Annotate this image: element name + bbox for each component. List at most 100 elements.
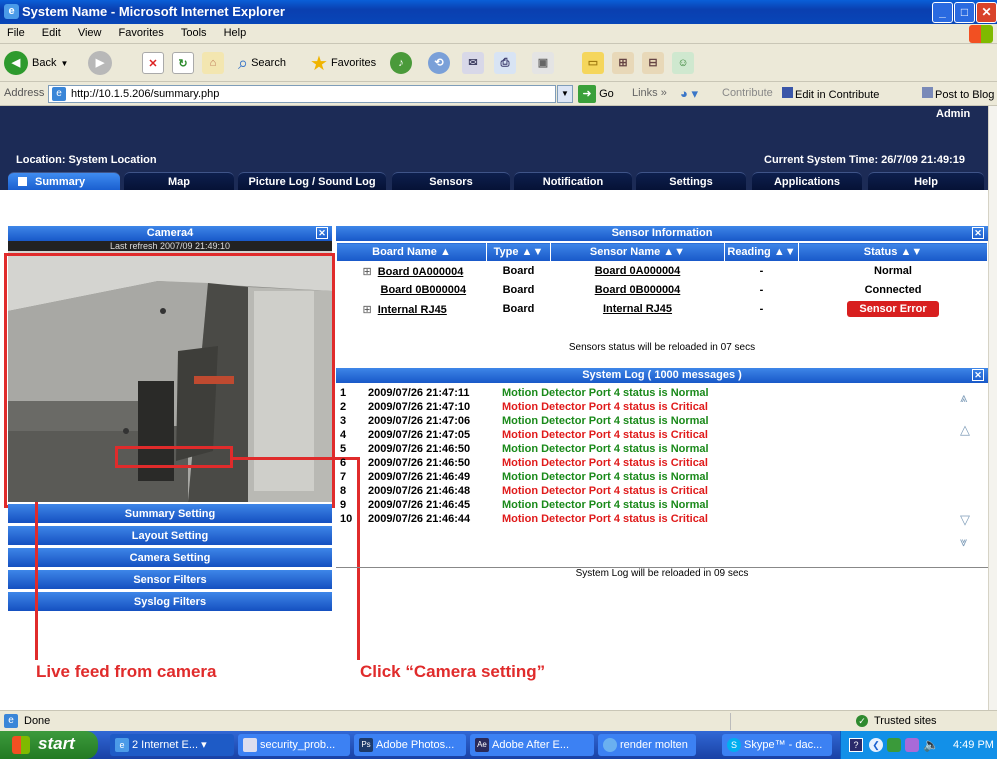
- search-icon: ⌕: [238, 52, 249, 73]
- research-button[interactable]: ⊞: [612, 50, 634, 76]
- menu-favorites[interactable]: Favorites: [112, 24, 171, 42]
- task-render-molten[interactable]: render molten: [598, 734, 696, 756]
- scroll-bottom-icon[interactable]: ⩔: [960, 534, 974, 549]
- folder-button[interactable]: ▭: [582, 50, 604, 76]
- col-status[interactable]: Status ▲▼: [798, 242, 988, 262]
- task-after-effects[interactable]: Ae Adobe After E...: [470, 734, 594, 756]
- user-name[interactable]: Admin: [936, 108, 970, 120]
- maximize-button[interactable]: □: [954, 2, 975, 23]
- media-button[interactable]: ♪: [390, 50, 412, 76]
- links-button[interactable]: Links »: [632, 87, 667, 99]
- app-tray-icon[interactable]: [905, 738, 919, 752]
- network-tray-icon[interactable]: [887, 738, 901, 752]
- edit-in-contribute-button[interactable]: Edit in Contribute: [782, 87, 879, 101]
- expand-icon[interactable]: ⊞: [363, 304, 372, 316]
- search-button[interactable]: ⌕ Search: [238, 50, 286, 76]
- task-label: security_prob...: [260, 739, 336, 751]
- tab-map[interactable]: Map: [124, 172, 234, 190]
- research-icon: ⊞: [612, 52, 634, 74]
- back-dropdown-icon[interactable]: ▼: [60, 59, 68, 68]
- syslog-close-icon[interactable]: ✕: [972, 369, 984, 381]
- menu-edit[interactable]: Edit: [35, 24, 68, 42]
- summary-setting-button[interactable]: Summary Setting: [8, 504, 332, 524]
- location-label: Location: System Location: [16, 154, 157, 166]
- col-type[interactable]: Type ▲▼: [486, 242, 551, 262]
- log-num: 7: [340, 471, 347, 483]
- col-reading[interactable]: Reading ▲▼: [724, 242, 799, 262]
- col-sensor-name[interactable]: Sensor Name ▲▼: [550, 242, 725, 262]
- edit-button[interactable]: ▣: [532, 50, 554, 76]
- task-security-prob[interactable]: security_prob...: [238, 734, 350, 756]
- minimize-button[interactable]: _: [932, 2, 953, 23]
- volume-icon[interactable]: 🔈: [923, 737, 939, 753]
- scroll-up-icon[interactable]: △: [960, 422, 974, 437]
- contribute-icon[interactable]: ◕ ▾: [680, 86, 698, 102]
- forward-button[interactable]: ▶: [88, 50, 112, 76]
- history-button[interactable]: ⟲: [428, 50, 450, 76]
- messenger-button[interactable]: ☺: [672, 50, 694, 76]
- task-label: Adobe After E...: [492, 739, 570, 751]
- favorites-button[interactable]: ★ Favorites: [310, 50, 376, 76]
- tab-picture-log[interactable]: Picture Log / Sound Log: [238, 172, 386, 190]
- sensor-close-icon[interactable]: ✕: [972, 227, 984, 239]
- camera-setting-button[interactable]: Camera Setting: [8, 548, 332, 568]
- page-scrollbar[interactable]: [988, 106, 997, 710]
- history-icon: ⟲: [428, 52, 450, 74]
- contribute-link[interactable]: Contribute: [722, 87, 773, 99]
- tab-summary[interactable]: Summary: [8, 172, 120, 190]
- refresh-button[interactable]: ↻: [172, 50, 194, 76]
- task-skype[interactable]: S Skype™ - dac...: [722, 734, 832, 756]
- camera-setting-highlight-box: [115, 446, 233, 468]
- home-button[interactable]: ⌂: [202, 50, 224, 76]
- tab-settings[interactable]: Settings: [636, 172, 746, 190]
- scroll-down-icon[interactable]: ▽: [960, 512, 974, 527]
- sensor-link[interactable]: Board 0A000004: [595, 265, 681, 277]
- menu-tools[interactable]: Tools: [174, 24, 214, 42]
- start-button[interactable]: start: [0, 731, 98, 759]
- sensor-error-badge[interactable]: Sensor Error: [847, 301, 939, 317]
- collapse-icon: [18, 177, 27, 186]
- go-button[interactable]: ➜ Go: [578, 85, 614, 103]
- tab-help[interactable]: Help: [868, 172, 984, 190]
- address-input[interactable]: e http://10.1.5.206/summary.php: [48, 85, 556, 103]
- task-internet-explorer[interactable]: e2 Internet E... ▾: [110, 734, 234, 756]
- help-tray-icon[interactable]: ?: [849, 738, 863, 752]
- browser-toolbar: ◀ Back ▼ ▶ ✕ ↻ ⌂ ⌕ Search ★ Favorites ♪ …: [0, 44, 997, 82]
- task-photoshop[interactable]: Ps Adobe Photos...: [354, 734, 466, 756]
- menu-help[interactable]: Help: [217, 24, 254, 42]
- log-time: 2009/07/26 21:46:50: [368, 457, 471, 469]
- camera-title: Camera4: [146, 227, 194, 239]
- tray-arrow-icon[interactable]: ❮: [869, 738, 883, 752]
- col-board-name[interactable]: Board Name ▲: [336, 242, 487, 262]
- scroll-top-icon[interactable]: ⩓: [960, 390, 974, 405]
- mail-button[interactable]: ✉: [462, 50, 484, 76]
- menu-file[interactable]: File: [0, 24, 32, 42]
- sensor-link[interactable]: Internal RJ45: [603, 303, 672, 315]
- stop-button[interactable]: ✕: [142, 50, 164, 76]
- tab-notification[interactable]: Notification: [514, 172, 632, 190]
- clock[interactable]: 4:49 PM: [953, 739, 994, 751]
- board-link[interactable]: Internal RJ45: [378, 304, 447, 316]
- menu-bar: File Edit View Favorites Tools Help: [0, 24, 997, 44]
- board-link[interactable]: Board 0A000004: [378, 266, 464, 278]
- security-zone: Trusted sites: [874, 715, 937, 727]
- tools-button[interactable]: ⊟: [642, 50, 664, 76]
- tab-applications[interactable]: Applications: [752, 172, 862, 190]
- syslog-filters-button[interactable]: Syslog Filters: [8, 592, 332, 612]
- layout-setting-button[interactable]: Layout Setting: [8, 526, 332, 546]
- expand-icon[interactable]: ⊞: [363, 266, 372, 278]
- sensor-filters-button[interactable]: Sensor Filters: [8, 570, 332, 590]
- windows-start-icon: [12, 736, 30, 754]
- menu-view[interactable]: View: [71, 24, 109, 42]
- address-dropdown-icon[interactable]: ▼: [557, 85, 573, 103]
- print-button[interactable]: ⎙: [494, 50, 516, 76]
- board-link[interactable]: Board 0B000004: [381, 284, 467, 296]
- reading-cell: -: [759, 284, 764, 296]
- camera-close-icon[interactable]: ✕: [316, 227, 328, 239]
- post-to-blog-button[interactable]: Post to Blog: [922, 87, 994, 101]
- close-button[interactable]: ✕: [976, 2, 997, 23]
- tab-sensors[interactable]: Sensors: [392, 172, 510, 190]
- sensor-link[interactable]: Board 0B000004: [595, 284, 681, 296]
- back-button[interactable]: ◀ Back ▼: [4, 50, 68, 76]
- log-num: 9: [340, 499, 347, 511]
